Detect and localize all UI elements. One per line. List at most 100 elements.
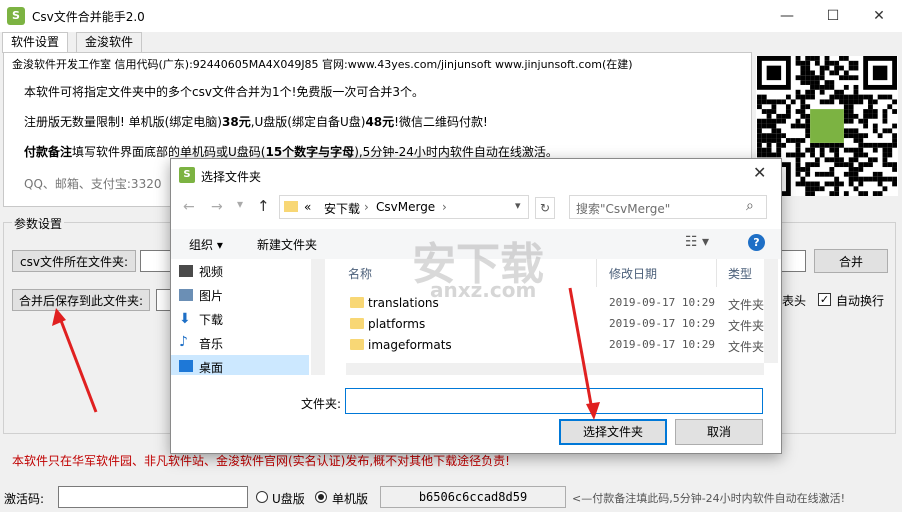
file-list-hscrollbar[interactable] bbox=[346, 363, 764, 375]
single-radio[interactable] bbox=[315, 491, 327, 503]
machine-code-hint: <—付款备注填此码,5分钟-24小时内软件自动在线激活! bbox=[572, 492, 846, 505]
pictures-icon bbox=[179, 289, 193, 301]
up-arrow-icon[interactable]: ↑ bbox=[257, 197, 270, 215]
new-folder-button[interactable]: 新建文件夹 bbox=[257, 236, 317, 253]
status-bar: 激活码: U盘版 单机版 b6506c6ccad8d59 <—付款备注填此码,5… bbox=[0, 486, 902, 512]
description-text: 本软件可将指定文件夹中的多个csv文件合并为1个!免费版一次可合并3个。 bbox=[24, 85, 425, 99]
price-text-a: 注册版无数量限制! 单机版(绑定电脑) bbox=[24, 115, 222, 129]
organize-button[interactable]: 组织 ▾ bbox=[189, 236, 223, 253]
params-label: 参数设置 bbox=[12, 215, 65, 232]
column-divider bbox=[716, 259, 717, 287]
column-name[interactable]: 名称 bbox=[348, 265, 372, 282]
save-folder-button[interactable]: 合并后保存到此文件夹: bbox=[12, 289, 150, 311]
file-date: 2019-09-17 10:29 bbox=[609, 317, 715, 330]
file-name: platforms bbox=[368, 317, 426, 331]
dialog-app-icon: S bbox=[179, 167, 195, 183]
title-bar: S Csv文件合并能手2.0 — ☐ ✕ bbox=[0, 0, 902, 32]
activation-label: 激活码: bbox=[4, 492, 45, 506]
history-chevron-icon[interactable]: ▾ bbox=[237, 197, 243, 211]
merge-button[interactable]: 合并 bbox=[814, 249, 888, 273]
file-type: 文件夹 bbox=[728, 298, 765, 312]
minimize-button[interactable]: — bbox=[764, 0, 810, 32]
file-date: 2019-09-17 10:29 bbox=[609, 296, 715, 309]
nav-item-desktop[interactable]: 桌面 bbox=[199, 359, 223, 376]
file-type: 文件夹 bbox=[728, 340, 765, 354]
file-date: 2019-09-17 10:29 bbox=[609, 338, 715, 351]
refresh-icon[interactable]: ↻ bbox=[535, 197, 555, 219]
search-icon: ⌕ bbox=[746, 198, 754, 214]
app-logo-icon: S bbox=[7, 7, 25, 25]
path-separator-icon: › bbox=[364, 200, 369, 214]
column-divider bbox=[596, 259, 597, 287]
autowrap-checkbox[interactable]: ✓ bbox=[818, 293, 831, 306]
folder-icon bbox=[284, 201, 298, 212]
file-type: 文件夹 bbox=[728, 319, 765, 333]
forward-arrow-icon[interactable]: → bbox=[211, 199, 223, 215]
payment-note-d: ),5分钟-24小时内软件自动在线激活。 bbox=[354, 145, 558, 159]
file-row[interactable]: platforms 2019-09-17 10:29 文件夹 bbox=[346, 314, 766, 335]
folder-name-label: 文件夹: bbox=[301, 397, 342, 411]
payment-note-bold: 付款备注 bbox=[24, 145, 73, 159]
select-folder-dialog: S 选择文件夹 ✕ ← → ▾ ↑ « 安下载 › CsvMerge › ▾ ↻… bbox=[170, 158, 782, 454]
price-text-c: ,U盘版(绑定自备U盘) bbox=[250, 115, 366, 129]
address-dropdown-icon[interactable]: ▾ bbox=[515, 199, 521, 212]
search-placeholder: 搜索"CsvMerge" bbox=[576, 202, 671, 216]
back-arrow-icon[interactable]: ← bbox=[183, 199, 195, 215]
navigation-pane: 视频 图片 ⬇ 下载 ♪ 音乐 桌面 bbox=[171, 259, 326, 375]
folder-icon bbox=[350, 318, 364, 329]
single-label: 单机版 bbox=[332, 492, 369, 506]
folder-name-input[interactable] bbox=[345, 388, 763, 414]
download-icon: ⬇ bbox=[179, 311, 191, 327]
tab-settings[interactable]: 软件设置 bbox=[2, 32, 69, 53]
file-row[interactable]: translations 2019-09-17 10:29 文件夹 bbox=[346, 293, 766, 314]
select-folder-button[interactable]: 选择文件夹 bbox=[559, 419, 667, 445]
help-icon[interactable]: ? bbox=[748, 234, 765, 251]
nav-item-video[interactable]: 视频 bbox=[199, 263, 223, 280]
file-row[interactable]: imageformats 2019-09-17 10:29 文件夹 bbox=[346, 335, 766, 356]
path-segment-csvmerge[interactable]: CsvMerge bbox=[376, 200, 435, 214]
path-segment-anxz[interactable]: 安下载 bbox=[324, 200, 360, 217]
tab-jinjun[interactable]: 金浚软件 bbox=[76, 32, 143, 52]
usb-radio[interactable] bbox=[256, 491, 268, 503]
file-list-vscrollbar[interactable] bbox=[764, 259, 778, 363]
file-name: translations bbox=[368, 296, 439, 310]
dialog-title: 选择文件夹 bbox=[201, 170, 262, 184]
view-options-icon[interactable]: ☷ ▾ bbox=[685, 234, 709, 250]
company-info: 金浚软件开发工作室 信用代码(广东):92440605MA4X049J85 官网… bbox=[12, 58, 633, 71]
nav-item-downloads[interactable]: 下载 bbox=[199, 311, 223, 328]
video-icon bbox=[179, 265, 193, 277]
desktop-icon bbox=[179, 360, 193, 372]
csv-folder-input-end bbox=[780, 250, 806, 272]
payment-note-b: 填写软件界面底部的单机码或U盘码( bbox=[72, 145, 266, 159]
folder-icon bbox=[350, 297, 364, 308]
path-separator-icon: › bbox=[442, 200, 447, 214]
music-icon: ♪ bbox=[179, 334, 188, 350]
price-text-e: !微信二维码付款! bbox=[394, 115, 488, 129]
watermark-sub: anxz.com bbox=[430, 278, 537, 302]
price-usb: 48元 bbox=[365, 115, 395, 129]
file-name: imageformats bbox=[368, 338, 452, 352]
machine-code: b6506c6ccad8d59 bbox=[380, 486, 566, 508]
column-date[interactable]: 修改日期 bbox=[609, 265, 657, 282]
search-box[interactable]: 搜索"CsvMerge" ⌕ bbox=[569, 195, 767, 219]
nav-item-pictures[interactable]: 图片 bbox=[199, 287, 223, 304]
autowrap-label: 自动换行 bbox=[836, 294, 885, 308]
distribution-note: 本软件只在华军软件园、非凡软件站、金浚软件官网(实名认证)发布,概不对其他下载途… bbox=[12, 454, 510, 468]
contact-text: QQ、邮箱、支付宝:3320 bbox=[24, 177, 162, 191]
path-overflow[interactable]: « bbox=[304, 200, 311, 214]
payment-note-code: 15个数字与字母 bbox=[265, 145, 355, 159]
folder-icon bbox=[350, 339, 364, 350]
csv-folder-button[interactable]: csv文件所在文件夹: bbox=[12, 250, 136, 272]
maximize-button[interactable]: ☐ bbox=[810, 0, 856, 32]
price-single: 38元 bbox=[222, 115, 251, 129]
window-title: Csv文件合并能手2.0 bbox=[32, 10, 145, 24]
cancel-button[interactable]: 取消 bbox=[675, 419, 763, 445]
activation-input[interactable] bbox=[58, 486, 248, 508]
header-label: 表头 bbox=[782, 294, 807, 308]
address-bar[interactable]: « 安下载 › CsvMerge › bbox=[279, 195, 529, 219]
close-button[interactable]: ✕ bbox=[856, 0, 902, 32]
nav-item-music[interactable]: 音乐 bbox=[199, 335, 223, 352]
column-type[interactable]: 类型 bbox=[728, 265, 752, 282]
dialog-close-icon[interactable]: ✕ bbox=[753, 163, 766, 182]
nav-scrollbar[interactable] bbox=[311, 259, 325, 375]
